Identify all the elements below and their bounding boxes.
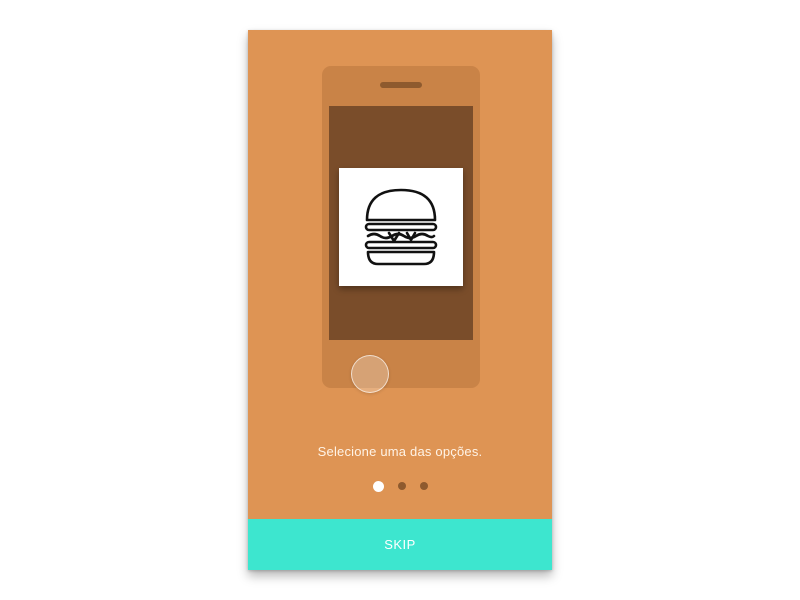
stage: Selecione uma das opções. SKIP [0, 0, 800, 600]
option-card [339, 168, 463, 286]
page-dot-1[interactable] [372, 480, 384, 492]
onboarding-caption: Selecione uma das opções. [317, 444, 483, 459]
phone-home-button [351, 355, 389, 393]
page-dot-3[interactable] [419, 482, 428, 490]
onboarding-screen: Selecione uma das opções. SKIP [248, 30, 552, 570]
phone-speaker [380, 82, 422, 88]
page-dot-2[interactable] [397, 482, 406, 490]
hamburger-icon [364, 188, 438, 266]
skip-button[interactable]: SKIP [248, 519, 552, 570]
page-indicator [248, 479, 552, 493]
